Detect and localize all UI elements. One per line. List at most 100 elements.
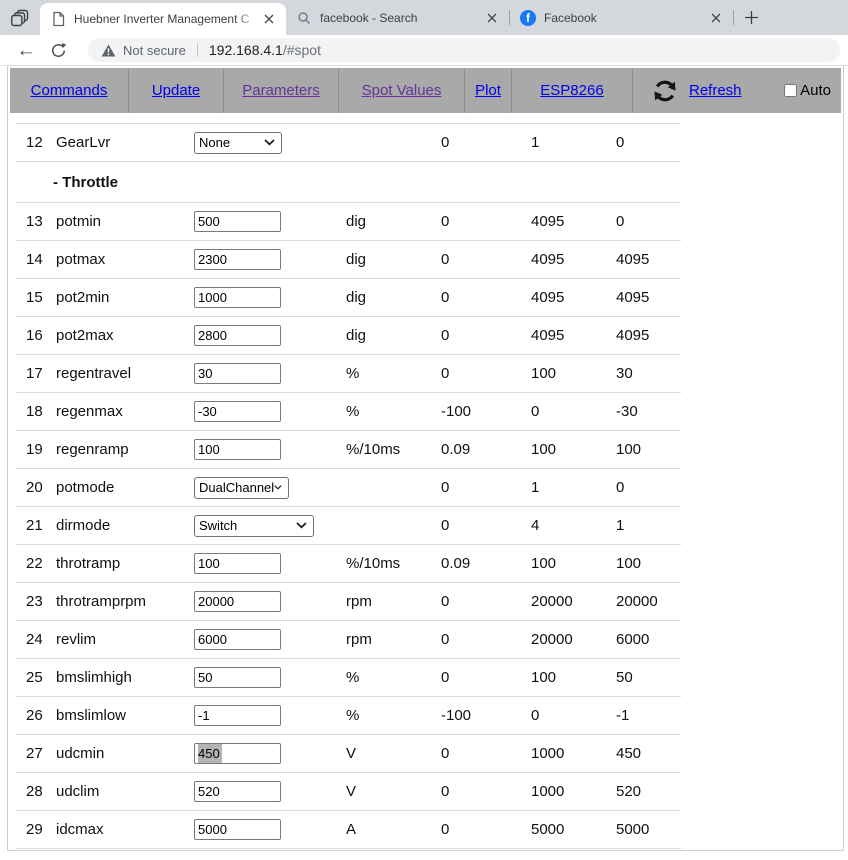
- param-name: udcmin: [56, 745, 194, 762]
- nav-link-spot-values[interactable]: Spot Values: [362, 82, 442, 99]
- param-value-input[interactable]: [194, 819, 281, 840]
- param-value-input[interactable]: [194, 249, 281, 270]
- reload-icon: [50, 42, 67, 59]
- param-name: throtramprpm: [56, 593, 194, 610]
- param-max: 0: [531, 707, 616, 724]
- tab-facebook[interactable]: f Facebook: [510, 0, 733, 35]
- back-button[interactable]: ←: [10, 36, 42, 64]
- table-row: 14 potmax dig 0 4095 4095: [16, 241, 681, 279]
- param-select[interactable]: DualChannel: [194, 477, 289, 499]
- nav-menu-bar: Commands Update Parameters Spot Values Plot E…: [10, 68, 841, 113]
- nav-link-plot[interactable]: Plot: [475, 82, 501, 99]
- param-number: 14: [26, 251, 56, 268]
- param-number: 19: [26, 441, 56, 458]
- param-value-input[interactable]: [194, 705, 281, 726]
- close-icon[interactable]: [707, 9, 724, 26]
- tab-actions-button[interactable]: [0, 0, 40, 35]
- tab-title: Huebner Inverter Management C: [74, 11, 260, 27]
- auto-checkbox[interactable]: [784, 84, 797, 97]
- param-number: 27: [26, 745, 56, 762]
- param-name: bmslimhigh: [56, 669, 194, 686]
- param-control: [194, 439, 346, 460]
- nav-link-parameters[interactable]: Parameters: [242, 82, 320, 99]
- param-value-input[interactable]: [194, 325, 281, 346]
- param-unit: dig: [346, 251, 441, 268]
- security-label: Not secure: [123, 43, 186, 58]
- param-select[interactable]: Switch: [194, 515, 314, 537]
- param-control: [194, 325, 346, 346]
- param-max: 4095: [531, 327, 616, 344]
- param-select[interactable]: None: [194, 132, 282, 154]
- param-max: 1000: [531, 745, 616, 762]
- param-default: 520: [616, 783, 681, 800]
- param-unit: %/10ms: [346, 555, 441, 572]
- nav-link-update[interactable]: Update: [152, 82, 200, 99]
- param-value-input[interactable]: [194, 287, 281, 308]
- param-value-input[interactable]: [194, 553, 281, 574]
- param-value-input[interactable]: [194, 591, 281, 612]
- table-row: 19 regenramp %/10ms 0.09 100 100: [16, 431, 681, 469]
- refresh-icon: [650, 76, 680, 106]
- tab-title: Facebook: [544, 10, 707, 26]
- tab-title: facebook - Search: [320, 10, 483, 26]
- nav-link-commands[interactable]: Commands: [31, 82, 108, 99]
- table-row: 26 bmslimlow % -100 0 -1: [16, 697, 681, 735]
- param-name: regenmax: [56, 403, 194, 420]
- chevron-down-icon: [296, 522, 307, 529]
- param-unit: V: [346, 783, 441, 800]
- param-max: 100: [531, 365, 616, 382]
- param-control: [194, 743, 346, 764]
- param-min: 0: [441, 251, 531, 268]
- param-value-input[interactable]: [194, 743, 281, 764]
- table-row: 20 potmode DualChannel 0 1 0: [16, 469, 681, 507]
- param-number: 17: [26, 365, 56, 382]
- stacked-tabs-icon: [10, 8, 30, 28]
- param-number: 23: [26, 593, 56, 610]
- param-unit: %: [346, 403, 441, 420]
- nav-cell-spot-values: Spot Values: [339, 68, 465, 113]
- close-icon[interactable]: [483, 9, 500, 26]
- param-value-input[interactable]: [194, 211, 281, 232]
- nav-link-esp8266[interactable]: ESP8266: [540, 82, 603, 99]
- table-row: 13 potmin dig 0 4095 0: [16, 203, 681, 241]
- param-value-input[interactable]: [194, 439, 281, 460]
- param-max: 20000: [531, 631, 616, 648]
- param-value-input[interactable]: [194, 629, 281, 650]
- param-number: 24: [26, 631, 56, 648]
- nav-cell-commands: Commands: [10, 68, 129, 113]
- param-default: 50: [616, 669, 681, 686]
- param-value-input[interactable]: [194, 401, 281, 422]
- close-icon[interactable]: [260, 11, 277, 28]
- tab-huebner[interactable]: Huebner Inverter Management C: [40, 3, 286, 35]
- auto-toggle: Auto: [784, 82, 831, 99]
- address-bar[interactable]: Not secure 192.168.4.1/#spot: [88, 38, 840, 62]
- chevron-down-icon: [274, 484, 282, 491]
- param-number: 21: [26, 517, 56, 534]
- param-value-input[interactable]: [194, 781, 281, 802]
- param-min: 0: [441, 745, 531, 762]
- param-max: 4095: [531, 251, 616, 268]
- reload-button[interactable]: [42, 36, 74, 64]
- new-tab-button[interactable]: [734, 0, 768, 35]
- param-default: 100: [616, 441, 681, 458]
- param-value-input[interactable]: [194, 363, 281, 384]
- param-control: [194, 553, 346, 574]
- table-row: 21 dirmode Switch 0 4 1: [16, 507, 681, 545]
- param-min: 0: [441, 669, 531, 686]
- param-min: 0: [441, 479, 531, 496]
- document-icon: [49, 11, 67, 27]
- param-name: regentravel: [56, 365, 194, 382]
- url-path: /#spot: [283, 42, 321, 58]
- table-row: 17 regentravel % 0 100 30: [16, 355, 681, 393]
- param-max: 0: [531, 403, 616, 420]
- param-default: -1: [616, 707, 681, 724]
- param-control: [194, 781, 346, 802]
- nav-cell-parameters: Parameters: [224, 68, 339, 113]
- tab-facebook-search[interactable]: facebook - Search: [286, 0, 509, 35]
- param-min: 0: [441, 327, 531, 344]
- param-min: 0.09: [441, 555, 531, 572]
- param-control: None: [194, 132, 346, 154]
- param-value-input[interactable]: [194, 667, 281, 688]
- refresh-link[interactable]: Refresh: [689, 82, 742, 99]
- param-unit: A: [346, 821, 441, 838]
